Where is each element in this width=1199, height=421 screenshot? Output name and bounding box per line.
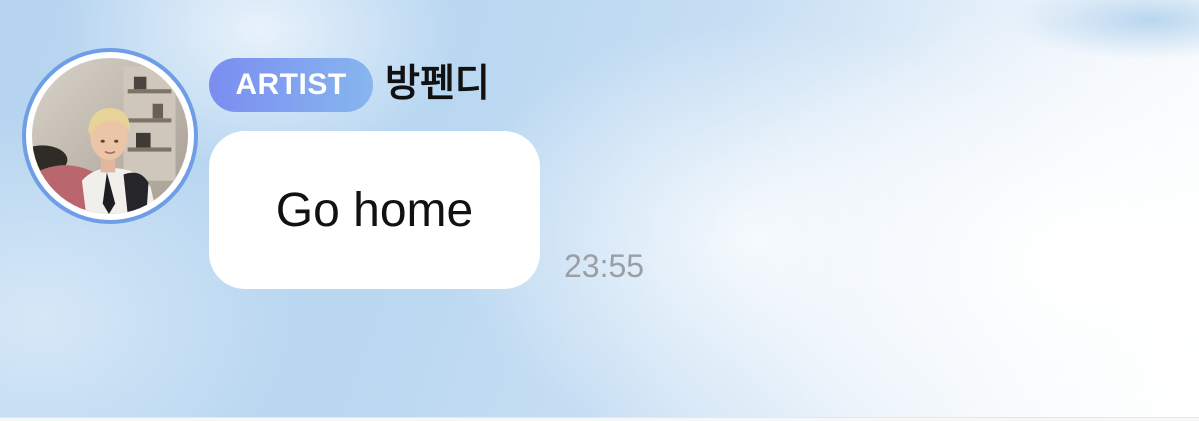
message-text: Go home <box>275 183 474 237</box>
sender-name[interactable]: 방펜디 <box>385 56 490 110</box>
message-bubble[interactable]: Go home <box>209 131 540 289</box>
message-timestamp: 23:55 <box>564 248 645 284</box>
profile-photo <box>32 58 188 214</box>
bottom-divider <box>0 417 1199 421</box>
chat-background <box>0 0 1199 421</box>
avatar[interactable] <box>22 48 198 224</box>
artist-role-badge: ARTIST <box>209 58 373 112</box>
